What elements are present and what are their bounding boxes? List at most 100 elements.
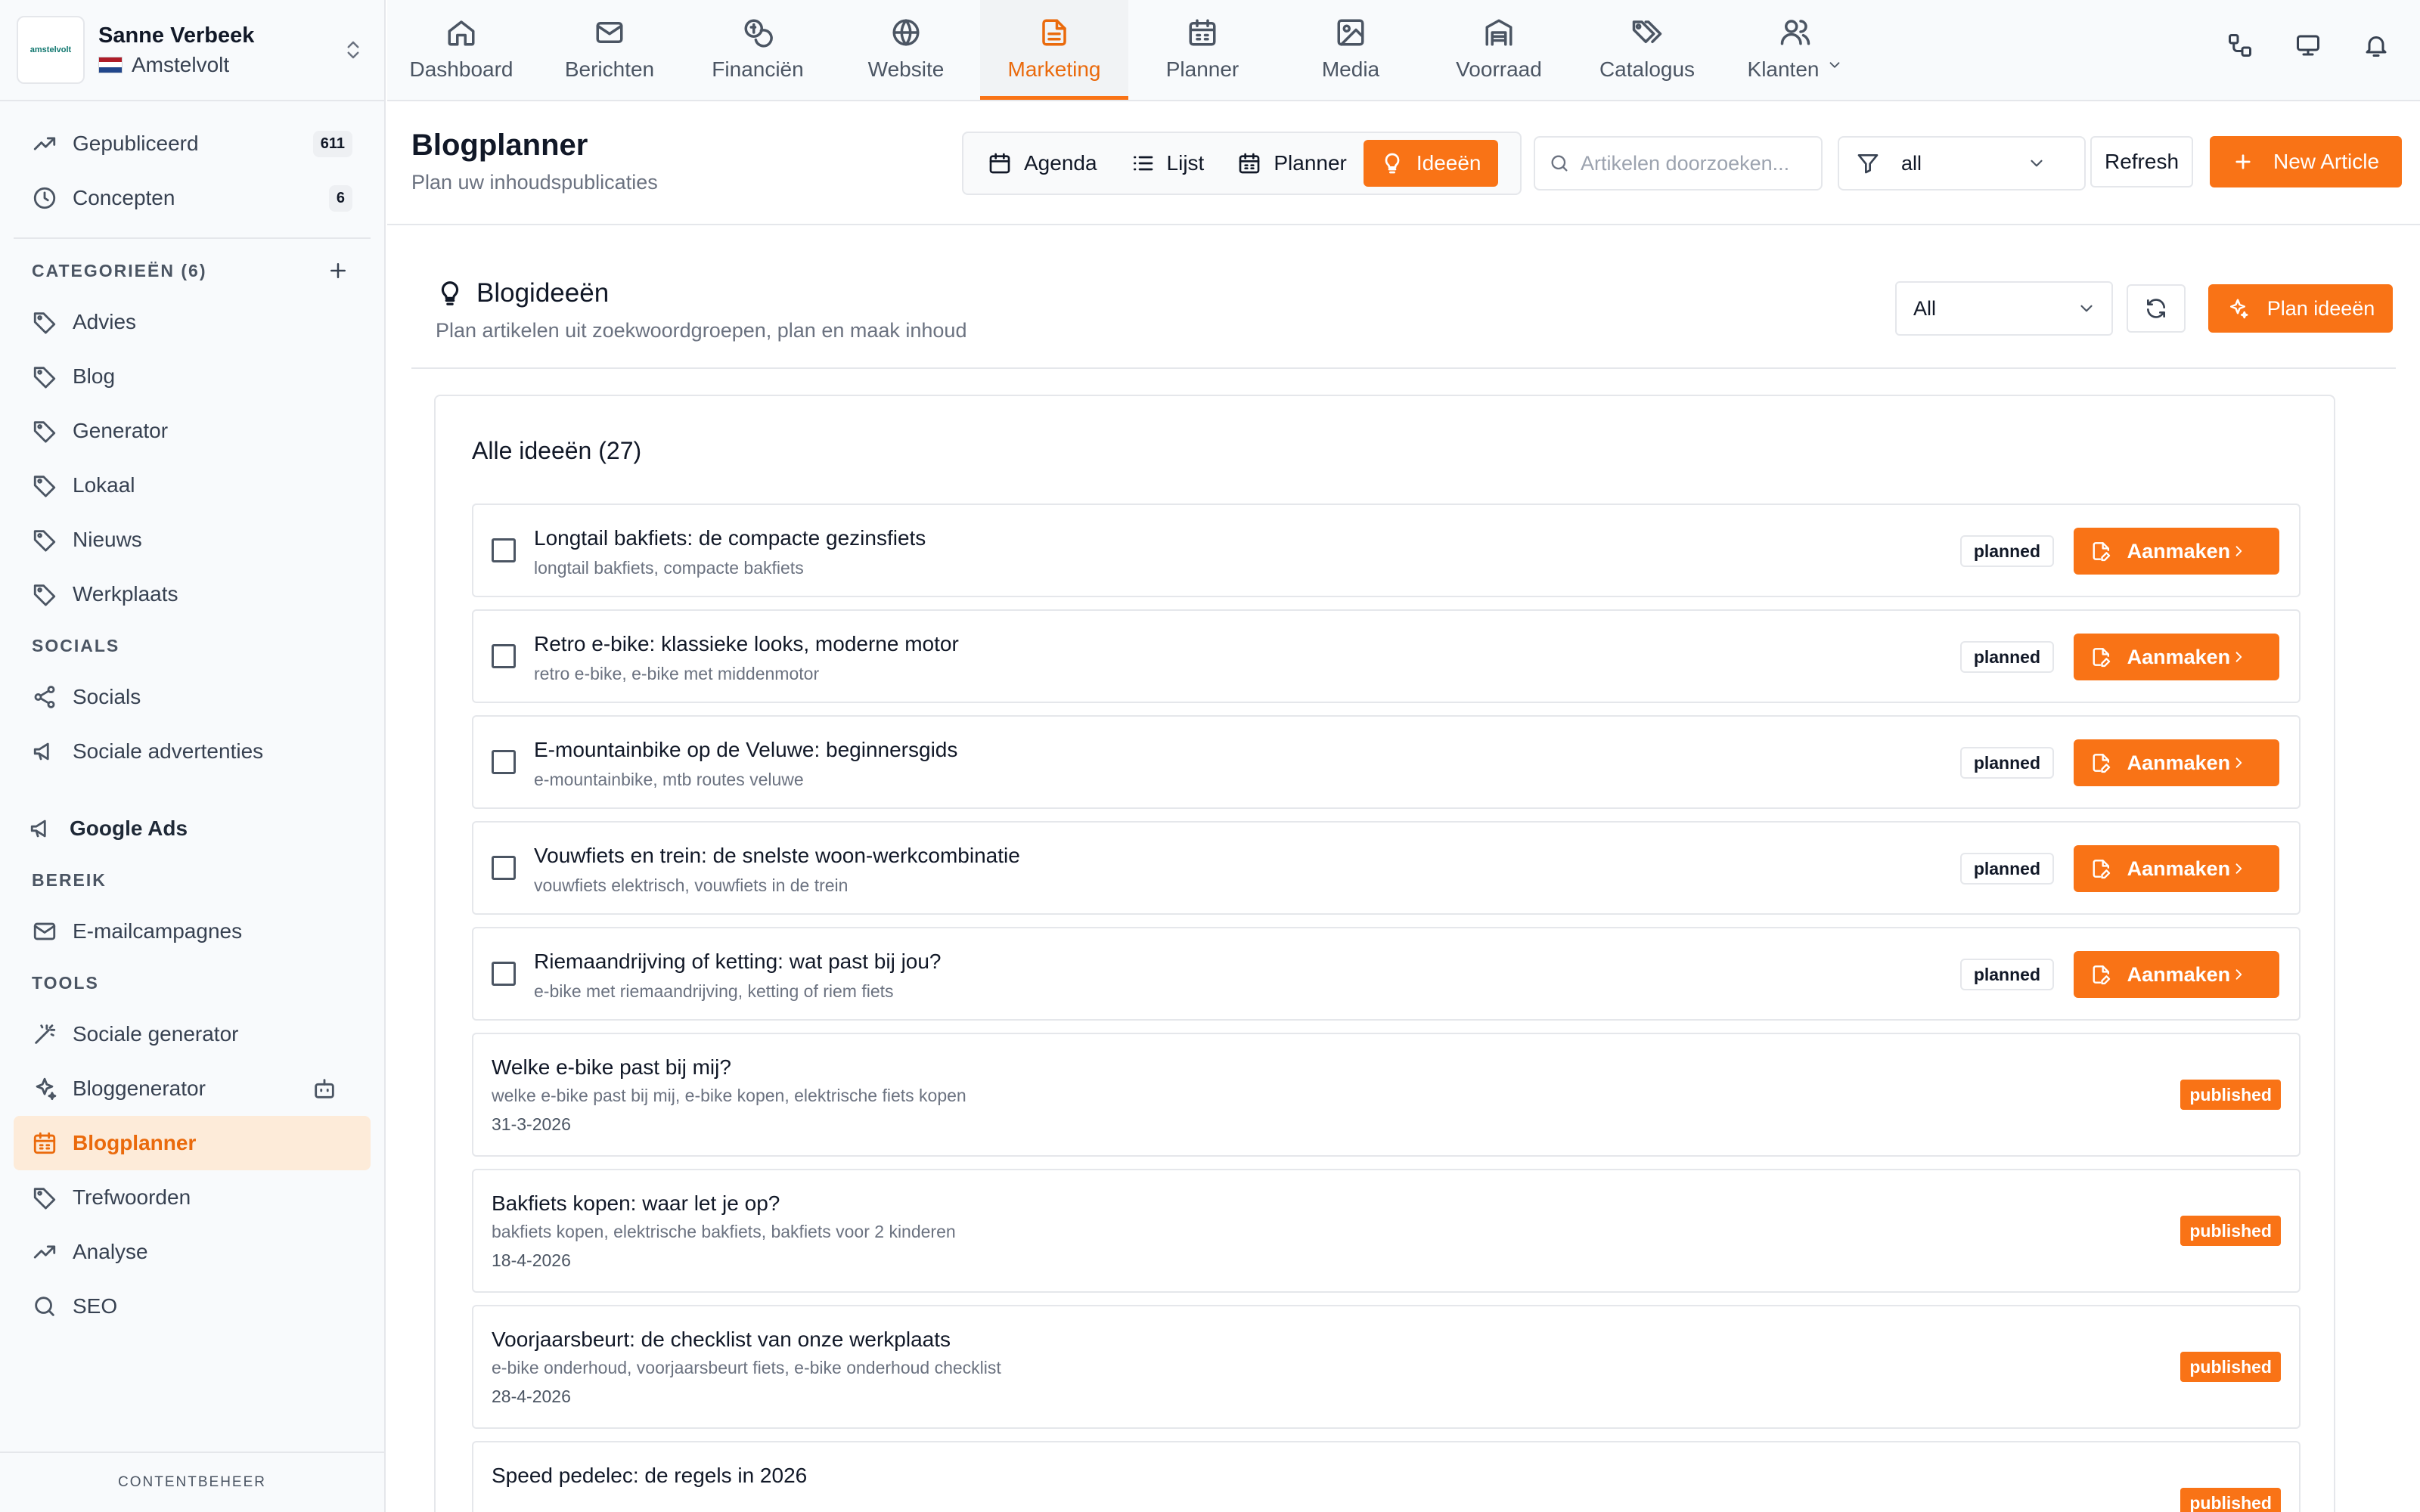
tab-messages[interactable]: Berichten — [535, 0, 684, 98]
search-input[interactable] — [1581, 151, 1807, 175]
file-edit-icon — [2093, 648, 2111, 668]
globe-icon — [892, 19, 920, 46]
mail-icon — [596, 22, 623, 43]
file-edit-icon — [2093, 860, 2111, 879]
account-org: Amstelvolt — [98, 53, 342, 77]
calendar-icon — [33, 1132, 56, 1154]
sidebar-item-category[interactable]: Nieuws — [14, 513, 371, 567]
create-article-button[interactable]: Aanmaken — [2074, 634, 2279, 680]
create-article-button[interactable]: Aanmaken — [2074, 845, 2279, 892]
sidebar-item-analytics[interactable]: Analyse — [14, 1225, 371, 1279]
account-switcher[interactable]: amstelvolt Sanne Verbeek Amstelvolt — [0, 0, 384, 101]
status-badge: published — [2180, 1488, 2281, 1512]
status-badge: planned — [1959, 959, 2054, 990]
idea-checkbox[interactable] — [492, 856, 516, 880]
monitor-icon[interactable] — [2294, 32, 2322, 59]
chevron-right-icon — [2235, 758, 2242, 768]
idea-keywords: e-bike onderhoud, voorjaarsbeurt fiets, … — [492, 1358, 1001, 1377]
tab-label: Klanten — [1748, 57, 1844, 82]
top-actions — [2226, 32, 2390, 59]
idea-row[interactable]: Speed pedelec: de regels in 2026 publish… — [472, 1441, 2301, 1512]
refresh-ideas-button[interactable] — [2127, 284, 2186, 333]
tab-label: Berichten — [564, 57, 655, 81]
idea-title: Voorjaarsbeurt: de checklist van onze we… — [492, 1328, 951, 1351]
plan-ideas-label: Plan ideeën — [2266, 296, 2375, 320]
sidebar-item-socials[interactable]: Socials — [14, 670, 371, 724]
tab-catalog[interactable]: Catalogus — [1573, 0, 1721, 98]
bot-icon — [315, 1079, 334, 1098]
sidebar-item-drafts[interactable]: Concepten 6 — [14, 171, 371, 225]
idea-checkbox[interactable] — [492, 538, 516, 562]
idea-checkbox[interactable] — [492, 750, 516, 774]
view-agenda-button[interactable]: Agenda — [971, 140, 1114, 187]
tab-finance[interactable]: Financiën — [684, 0, 832, 98]
account-org-name: Amstelvolt — [132, 52, 230, 76]
trending-up-icon — [33, 1245, 56, 1259]
idea-checkbox[interactable] — [492, 962, 516, 986]
sidebar-footer: CONTENTBEHEER — [0, 1452, 384, 1512]
refresh-button[interactable]: Refresh — [2090, 136, 2193, 187]
ideas-filter-select[interactable]: All — [1895, 281, 2113, 336]
create-article-button[interactable]: Aanmaken — [2074, 951, 2279, 998]
sidebar-item-category[interactable]: Lokaal — [14, 458, 371, 513]
sidebar-item-category[interactable]: Blog — [14, 349, 371, 404]
idea-keywords: welke e-bike past bij mij, e-bike kopen,… — [492, 1086, 966, 1105]
view-label: Ideeën — [1416, 151, 1481, 175]
idea-row[interactable]: Bakfiets kopen: waar let je op? bakfiets… — [472, 1169, 2301, 1293]
sidebar-item-category[interactable]: Werkplaats — [14, 567, 371, 621]
sidebar-item-label: Advies — [73, 310, 137, 333]
tab-marketing[interactable]: Marketing — [980, 0, 1128, 100]
file-edit-icon — [2093, 754, 2111, 773]
sidebar-item-social-ads[interactable]: Sociale advertenties — [14, 724, 371, 779]
sidebar-item-seo[interactable]: SEO — [14, 1279, 371, 1334]
megaphone-icon — [33, 742, 49, 761]
plan-ideas-button[interactable]: Plan ideeën — [2208, 284, 2393, 333]
view-list-button[interactable]: Lijst — [1114, 140, 1221, 187]
sidebar-item-keywords[interactable]: Trefwoorden — [14, 1170, 371, 1225]
sidebar-item-email-campaigns[interactable]: E-mailcampagnes — [14, 904, 371, 959]
idea-keywords: retro e-bike, e-bike met middenmotor — [534, 664, 820, 683]
sidebar-item-published[interactable]: Gepubliceerd 611 — [14, 116, 371, 171]
idea-row[interactable]: Welke e-bike past bij mij? welke e-bike … — [472, 1033, 2301, 1157]
sidebar-item-google-ads[interactable]: Google Ads — [14, 801, 371, 856]
sidebar-item-social-generator[interactable]: Sociale generator — [14, 1007, 371, 1061]
idea-checkbox[interactable] — [492, 644, 516, 668]
status-filter-select[interactable]: all — [1838, 136, 2086, 191]
workflow-icon[interactable] — [2226, 32, 2254, 59]
new-article-button[interactable]: New Article — [2210, 136, 2402, 187]
search-icon — [1551, 155, 1568, 172]
status-badge: published — [2180, 1080, 2281, 1110]
sidebar-item-blog-generator[interactable]: Bloggenerator — [14, 1061, 371, 1116]
tab-website[interactable]: Website — [832, 0, 980, 98]
create-article-button[interactable]: Aanmaken — [2074, 528, 2279, 575]
tab-planner[interactable]: Planner — [1128, 0, 1277, 98]
sidebar-item-category[interactable]: Generator — [14, 404, 371, 458]
idea-row: Riemaandrijving of ketting: wat past bij… — [472, 927, 2301, 1021]
ideas-card: Alle ideeën (27) Longtail bakfiets: de c… — [434, 395, 2335, 1512]
idea-row[interactable]: Voorjaarsbeurt: de checklist van onze we… — [472, 1305, 2301, 1429]
article-search — [1534, 136, 1823, 191]
filter-icon — [1857, 154, 1879, 174]
tab-media[interactable]: Media — [1277, 0, 1425, 98]
sidebar-item-label: Trefwoorden — [73, 1185, 191, 1209]
chevrons-up-down-icon[interactable] — [342, 39, 365, 61]
tag-icon — [33, 530, 56, 552]
idea-row: Longtail bakfiets: de compacte gezinsfie… — [472, 503, 2301, 597]
add-category-icon[interactable] — [327, 259, 349, 282]
tab-customers[interactable]: Klanten — [1721, 0, 1869, 98]
warehouse-icon — [1485, 19, 1512, 46]
idea-date: 18-4-2026 — [492, 1250, 571, 1270]
sidebar-item-category[interactable]: Advies — [14, 295, 371, 349]
top-navigation: Dashboard Berichten Financiën Website Ma… — [387, 0, 2420, 101]
bell-icon[interactable] — [2363, 32, 2390, 59]
trending-up-icon — [33, 137, 56, 150]
chevron-down-icon — [2080, 305, 2093, 312]
sparkles-icon — [2229, 299, 2248, 319]
tab-inventory[interactable]: Voorraad — [1425, 0, 1573, 98]
create-label: Aanmaken — [2127, 539, 2231, 562]
view-ideas-button[interactable]: Ideeën — [1363, 140, 1498, 187]
create-article-button[interactable]: Aanmaken — [2074, 739, 2279, 786]
sidebar-item-blog-planner[interactable]: Blogplanner — [14, 1116, 371, 1170]
view-planner-button[interactable]: Planner — [1221, 140, 1364, 187]
tab-dashboard[interactable]: Dashboard — [387, 0, 535, 98]
